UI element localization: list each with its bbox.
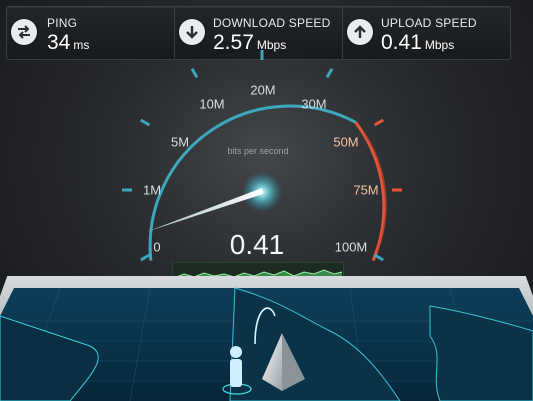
units-caption: bits per second [227, 146, 289, 156]
scale-label-75m: 75M [353, 182, 379, 198]
current-speed-reading: 0.41 [229, 229, 285, 260]
scale-label-100m: 100M [334, 239, 368, 255]
scale-label-50m: 50M [333, 134, 359, 150]
scale-label-5m: 5M [170, 134, 190, 150]
scale-label-30m: 30M [301, 96, 327, 112]
scale-label-10m: 10M [199, 96, 225, 112]
scale-label-20m: 20M [250, 82, 276, 98]
scale-label-0: 0 [153, 239, 161, 255]
user-figure-icon [230, 346, 242, 387]
server-map [0, 276, 533, 401]
speedtest-app: PING 34 ms DOWNLOAD SPEED 2.57 Mbps UPLOAD… [0, 0, 533, 401]
scale-label-1m: 1M [142, 182, 162, 198]
